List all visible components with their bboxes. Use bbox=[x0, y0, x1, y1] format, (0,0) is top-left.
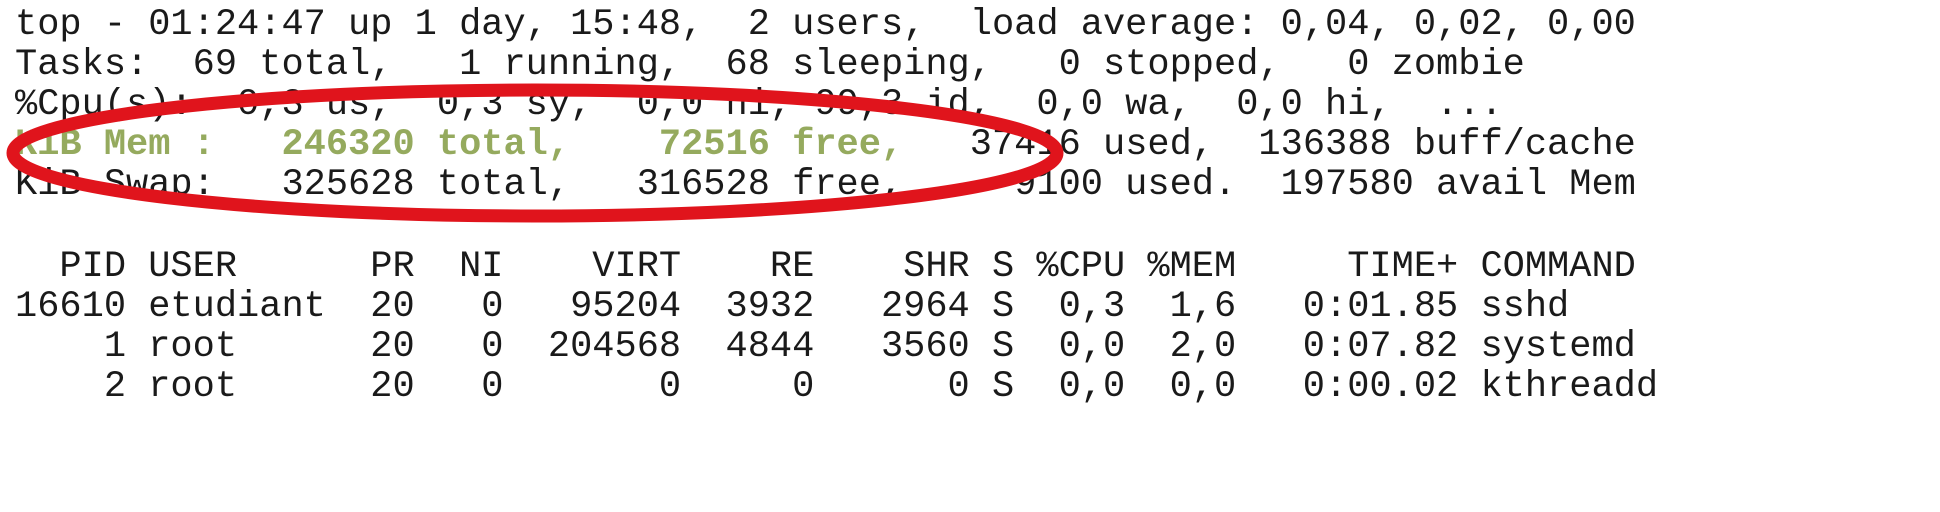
top-terminal-output: top - 01:24:47 up 1 day, 15:48, 2 users,… bbox=[0, 0, 1940, 512]
swap-line: KiB Swap: 325628 total, 316528 free, 910… bbox=[15, 164, 1636, 206]
process-row: 2 root 20 0 0 0 0 S 0,0 0,0 0:00.02 kthr… bbox=[15, 366, 1659, 408]
